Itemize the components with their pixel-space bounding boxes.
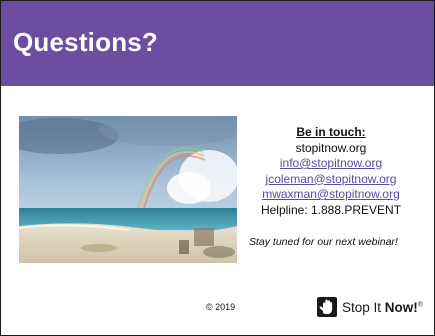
webinar-tagline: Stay tuned for our next webinar! (249, 236, 398, 248)
stop-it-now-logo: Stop It Now!® (316, 295, 423, 319)
beach-photo-image (19, 116, 237, 263)
logo-text-plain: Stop It (342, 299, 385, 315)
email-link-jcoleman[interactable]: jcoleman@stopitnow.org (266, 172, 397, 186)
copyright-text: © 2019 (206, 302, 236, 312)
title-bar: Questions? (1, 1, 434, 86)
logo-wordmark: Stop It Now!® (342, 300, 423, 315)
website-text: stopitnow.org (295, 140, 367, 155)
email-link-info[interactable]: info@stopitnow.org (280, 156, 382, 170)
logo-text-bold: Now! (384, 299, 418, 315)
logo-trademark: ® (417, 301, 423, 308)
contact-heading: Be in touch: (296, 125, 366, 139)
contact-block: Be in touch: stopitnow.org info@stopitno… (246, 125, 416, 218)
beach-rainbow-photo (19, 116, 237, 263)
helpline-text: Helpline: 1.888.PREVENT (260, 202, 402, 217)
slide: Questions? Be in touch: stopitnow.org in… (0, 0, 435, 336)
slide-title: Questions? (13, 27, 159, 57)
hand-icon (317, 297, 337, 317)
email-link-mwaxman[interactable]: mwaxman@stopitnow.org (262, 187, 400, 201)
